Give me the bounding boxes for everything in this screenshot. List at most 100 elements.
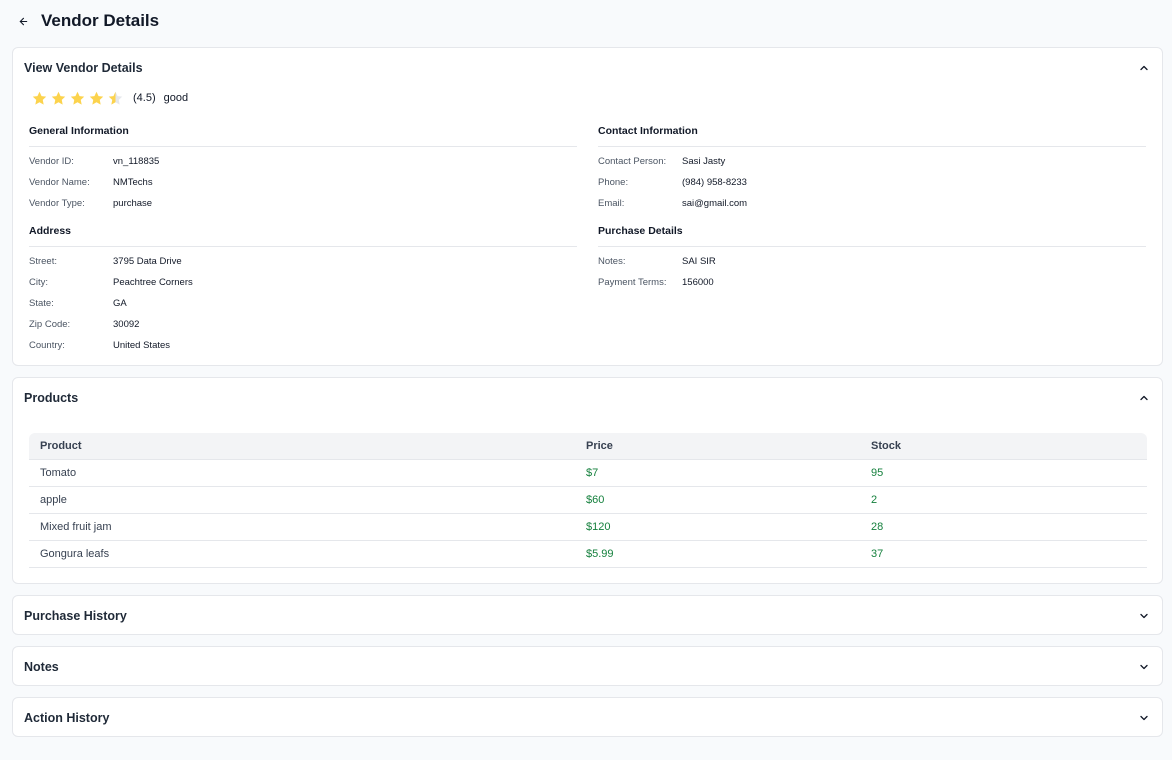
detail-value: GA [113,298,127,309]
star-icon [32,91,47,105]
rating-stars [31,90,124,107]
detail-value: sai@gmail.com [682,198,748,209]
chevron-up-icon[interactable] [1137,61,1151,75]
detail-row: Phone: (984) 958-8233 [598,172,1146,193]
table-row[interactable]: Mixed fruit jam $120 28 [29,512,1147,540]
section-title: General Information [29,125,577,147]
chevron-down-icon[interactable] [1137,660,1151,674]
detail-label: Email: [598,198,625,209]
products-table: Product Price Stock Tomato $7 95 apple $60 2 M… [29,433,1147,568]
star-icon [89,91,104,105]
rating-value: (4.5) [133,92,156,104]
star-icon [51,91,66,105]
detail-label: Vendor Name: [29,177,90,188]
address-section: Address Street: 3795 Data Drive City: Peach… [29,225,577,356]
purchase-history-card: Purchase History [12,595,1163,635]
detail-value: purchase [113,198,153,209]
star-icon [108,91,123,105]
section-title: Address [29,225,577,247]
detail-label: Contact Person: [598,156,667,167]
product-cell: Tomato [29,458,575,486]
chevron-up-icon[interactable] [1137,391,1151,405]
product-cell: apple [29,485,575,513]
detail-label: State: [29,298,54,309]
detail-value: 3795 Data Drive [113,256,182,267]
table-row[interactable]: Tomato $7 95 [29,458,1147,486]
table-header-row: Product Price Stock [29,433,1147,459]
stock-cell: 37 [860,539,1147,568]
detail-label: Country: [29,340,65,351]
detail-row: City: Peachtree Corners [29,272,577,293]
stock-cell: 28 [860,512,1147,540]
notes-header[interactable]: Notes [13,647,1162,687]
products-title: Products [24,391,79,405]
detail-value: United States [113,340,171,351]
back-button[interactable] [12,10,34,32]
column-header-stock[interactable]: Stock [860,433,1147,459]
notes-card: Notes [12,646,1163,686]
arrow-left-icon [19,17,27,25]
detail-label: Payment Terms: [598,277,667,288]
products-header[interactable]: Products [13,378,1162,418]
price-cell: $120 [575,512,860,540]
section-title: Contact Information [598,125,1146,147]
page-header: Vendor Details [12,8,159,34]
detail-row: Payment Terms: 156000 [598,272,1146,293]
detail-row: Email: sai@gmail.com [598,193,1146,214]
vendor-details-title: View Vendor Details [24,61,143,75]
purchase-history-title: Purchase History [24,609,127,623]
product-cell: Mixed fruit jam [29,512,575,540]
detail-row: Contact Person: Sasi Jasty [598,151,1146,172]
stock-cell: 2 [860,485,1147,513]
price-cell: $5.99 [575,539,860,568]
detail-label: Vendor ID: [29,156,74,167]
contact-information-section: Contact Information Contact Person: Sasi … [598,125,1146,214]
detail-value: SAI SIR [682,256,716,267]
price-cell: $60 [575,485,860,513]
detail-value: 156000 [682,277,714,288]
detail-value: NMTechs [113,177,153,188]
chevron-down-icon[interactable] [1137,609,1151,623]
vendor-details-header[interactable]: View Vendor Details [13,48,1162,88]
action-history-card: Action History [12,697,1163,737]
vendor-rating: (4.5) good [31,89,188,107]
detail-label: Notes: [598,256,626,267]
page-title: Vendor Details [41,11,160,30]
purchase-details-section: Purchase Details Notes: SAI SIR Payment Te… [598,225,1146,293]
detail-row: Vendor Name: NMTechs [29,172,577,193]
products-table-wrapper: Product Price Stock Tomato $7 95 apple $60 2 M… [29,433,1147,568]
vendor-details-card: View Vendor Details (4.5) good General I… [12,47,1163,366]
detail-value: (984) 958-8233 [682,177,747,188]
detail-row: Vendor Type: purchase [29,193,577,214]
rating-label: good [163,92,189,104]
detail-label: Street: [29,256,57,267]
detail-label: City: [29,277,48,288]
notes-title: Notes [24,660,59,674]
detail-row: Country: United States [29,335,577,356]
product-cell: Gongura leafs [29,539,575,568]
purchase-history-header[interactable]: Purchase History [13,596,1162,636]
table-row[interactable]: Gongura leafs $5.99 37 [29,539,1147,568]
general-information-section: General Information Vendor ID: vn_118835 V… [29,125,577,214]
detail-row: Vendor ID: vn_118835 [29,151,577,172]
detail-label: Zip Code: [29,319,71,330]
star-icon [70,91,85,105]
detail-label: Vendor Type: [29,198,85,209]
stock-cell: 95 [860,458,1147,486]
detail-value: 30092 [113,319,140,330]
detail-value: Peachtree Corners [113,277,193,288]
action-history-title: Action History [24,711,110,725]
column-header-price[interactable]: Price [575,433,860,459]
detail-value: Sasi Jasty [682,156,726,167]
detail-row: Street: 3795 Data Drive [29,251,577,272]
detail-row: State: GA [29,293,577,314]
action-history-header[interactable]: Action History [13,698,1162,738]
column-header-product[interactable]: Product [29,433,575,459]
table-row[interactable]: apple $60 2 [29,485,1147,513]
detail-row: Zip Code: 30092 [29,314,577,335]
price-cell: $7 [575,458,860,486]
detail-value: vn_118835 [113,156,160,167]
chevron-down-icon[interactable] [1137,711,1151,725]
detail-label: Phone: [598,177,629,188]
products-card: Products Product Price Stock Tomato $7 95 a… [12,377,1163,584]
